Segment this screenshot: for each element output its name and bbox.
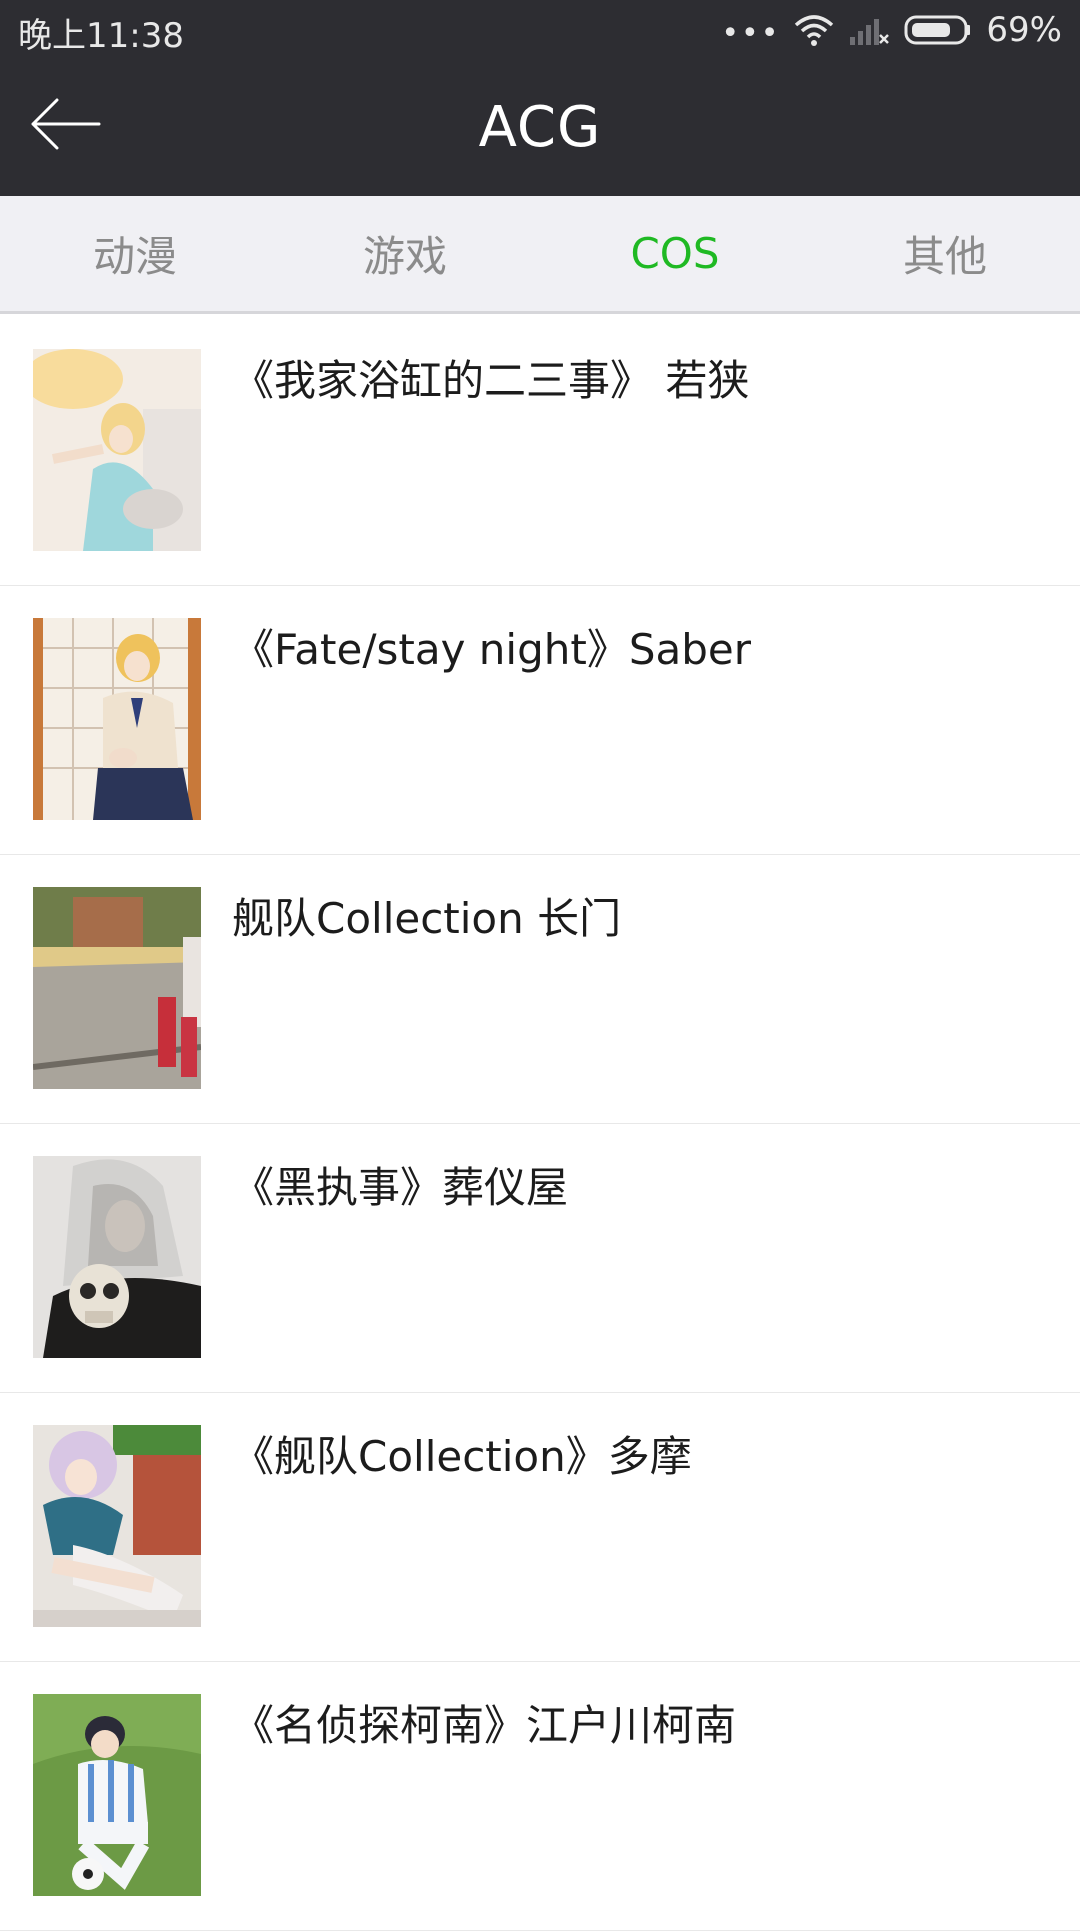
cosplay-photo-saber xyxy=(33,618,201,820)
tab-anime[interactable]: 动漫 xyxy=(0,196,270,311)
item-title: 《我家浴缸的二三事》 若狭 xyxy=(232,356,750,405)
more-dots-icon: ••• xyxy=(721,16,781,51)
cosplay-photo-soccer xyxy=(33,1694,201,1896)
tab-cos[interactable]: COS xyxy=(540,196,810,311)
signal-icon xyxy=(850,19,890,45)
status-time: 晚上11:38 xyxy=(18,16,184,56)
item-title: 《Fate/stay night》Saber xyxy=(232,625,751,674)
tab-games[interactable]: 游戏 xyxy=(270,196,540,311)
item-title: 《名侦探柯南》江户川柯南 xyxy=(232,1701,737,1750)
cosplay-list: 《我家浴缸的二三事》 若狭 《Fate/stay night》Saber 舰队C… xyxy=(0,317,1080,1931)
list-item[interactable]: 《Fate/stay night》Saber xyxy=(0,586,1080,855)
cosplay-photo-sailor xyxy=(33,1425,201,1627)
tab-other[interactable]: 其他 xyxy=(810,196,1080,311)
category-tabs: 动漫 游戏 COS 其他 xyxy=(0,196,1080,314)
cosplay-photo-street xyxy=(33,887,201,1089)
status-bar: 晚上11:38 ••• 69% xyxy=(0,0,1080,59)
wifi-icon xyxy=(795,15,834,46)
list-item[interactable]: 《舰队Collection》多摩 xyxy=(0,1393,1080,1662)
cosplay-photo-skull xyxy=(33,1156,201,1358)
status-icons: ••• 69% xyxy=(721,6,1062,54)
battery-percentage: 69% xyxy=(986,10,1062,50)
item-title: 《舰队Collection》多摩 xyxy=(232,1432,692,1481)
item-title: 《黑执事》葬仪屋 xyxy=(232,1163,569,1212)
list-item[interactable]: 《我家浴缸的二三事》 若狭 xyxy=(0,317,1080,586)
app-bar: ACG xyxy=(0,59,1080,196)
cosplay-photo-bath xyxy=(33,349,201,551)
list-item[interactable]: 《黑执事》葬仪屋 xyxy=(0,1124,1080,1393)
list-item[interactable]: 舰队Collection 长门 xyxy=(0,855,1080,1124)
battery-icon xyxy=(904,15,971,45)
list-item[interactable]: 《名侦探柯南》江户川柯南 xyxy=(0,1662,1080,1931)
item-title: 舰队Collection 长门 xyxy=(232,894,622,943)
page-title: ACG xyxy=(478,95,602,160)
